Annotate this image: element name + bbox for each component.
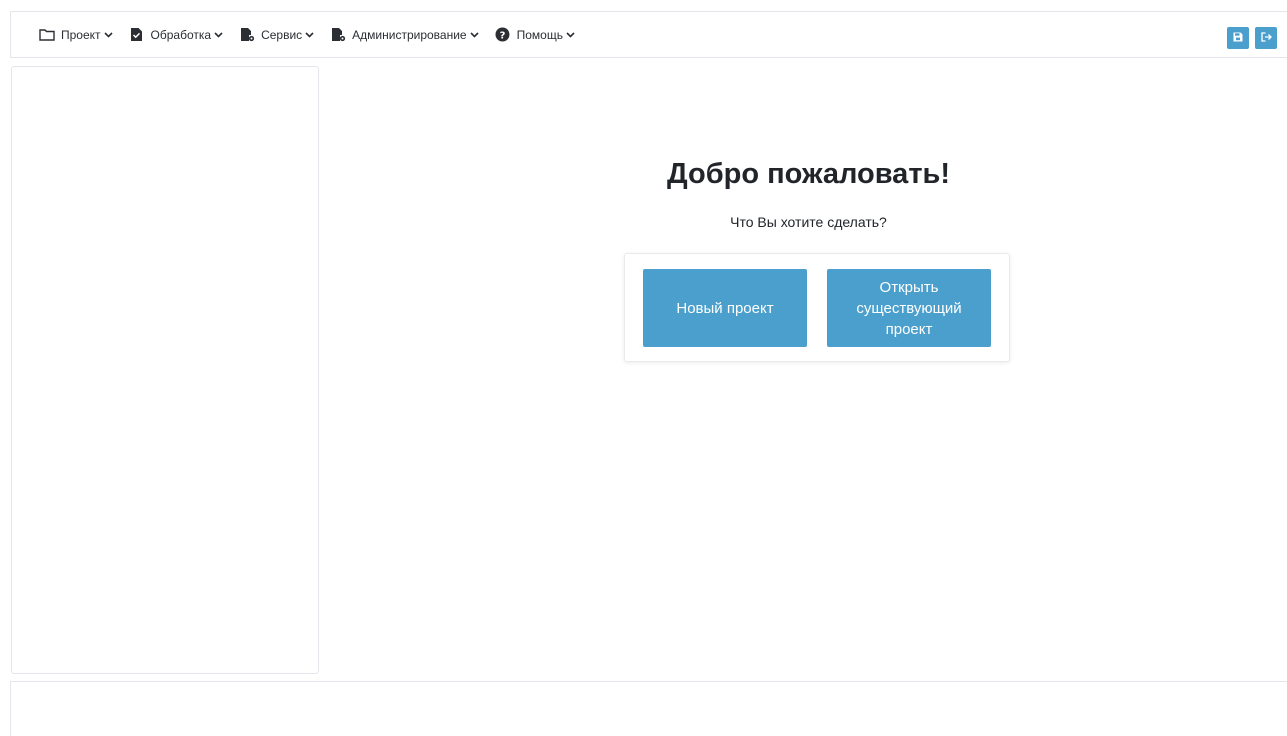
menu-processing-label: Обработка bbox=[150, 27, 212, 42]
top-actions bbox=[1221, 27, 1277, 49]
folder-icon bbox=[39, 27, 55, 43]
file-gear-icon bbox=[239, 27, 255, 43]
menu-help[interactable]: ? Помощь bbox=[495, 27, 575, 43]
logout-icon bbox=[1260, 29, 1272, 47]
menu-processing[interactable]: Обработка bbox=[129, 27, 224, 43]
menu-service[interactable]: Сервис bbox=[239, 27, 314, 43]
save-button[interactable] bbox=[1227, 27, 1249, 49]
question-circle-icon: ? bbox=[495, 27, 511, 43]
new-project-button[interactable]: Новый проект bbox=[643, 269, 807, 347]
chevron-down-icon bbox=[566, 31, 575, 38]
menu-project[interactable]: Проект bbox=[39, 27, 113, 43]
menu-administration[interactable]: Администрирование bbox=[330, 27, 479, 43]
top-menu-bar: Проект Обработка Сервис Администрировани… bbox=[10, 11, 1287, 58]
chevron-down-icon bbox=[214, 31, 223, 38]
bottom-panel bbox=[10, 681, 1287, 736]
welcome-subtitle: Что Вы хотите сделать? bbox=[730, 214, 887, 230]
chevron-down-icon bbox=[305, 31, 314, 38]
welcome-title: Добро пожаловать! bbox=[666, 158, 951, 190]
chevron-down-icon bbox=[470, 31, 479, 38]
menu-project-label: Проект bbox=[61, 27, 101, 42]
save-icon bbox=[1233, 29, 1243, 47]
svg-text:?: ? bbox=[500, 30, 506, 41]
file-check-icon bbox=[129, 27, 145, 43]
open-project-button[interactable]: Открыть существующий проект bbox=[827, 269, 991, 347]
action-card: Новый проект Открыть существующий проект bbox=[624, 253, 1010, 362]
menu-administration-label: Администрирование bbox=[352, 27, 467, 42]
menu-service-label: Сервис bbox=[261, 27, 303, 42]
file-gear-icon bbox=[330, 27, 346, 43]
menu-help-label: Помощь bbox=[516, 27, 563, 42]
main-menu: Проект Обработка Сервис Администрировани… bbox=[39, 12, 591, 57]
project-sidebar bbox=[11, 66, 319, 674]
chevron-down-icon bbox=[103, 31, 113, 38]
logout-button[interactable] bbox=[1255, 27, 1277, 49]
